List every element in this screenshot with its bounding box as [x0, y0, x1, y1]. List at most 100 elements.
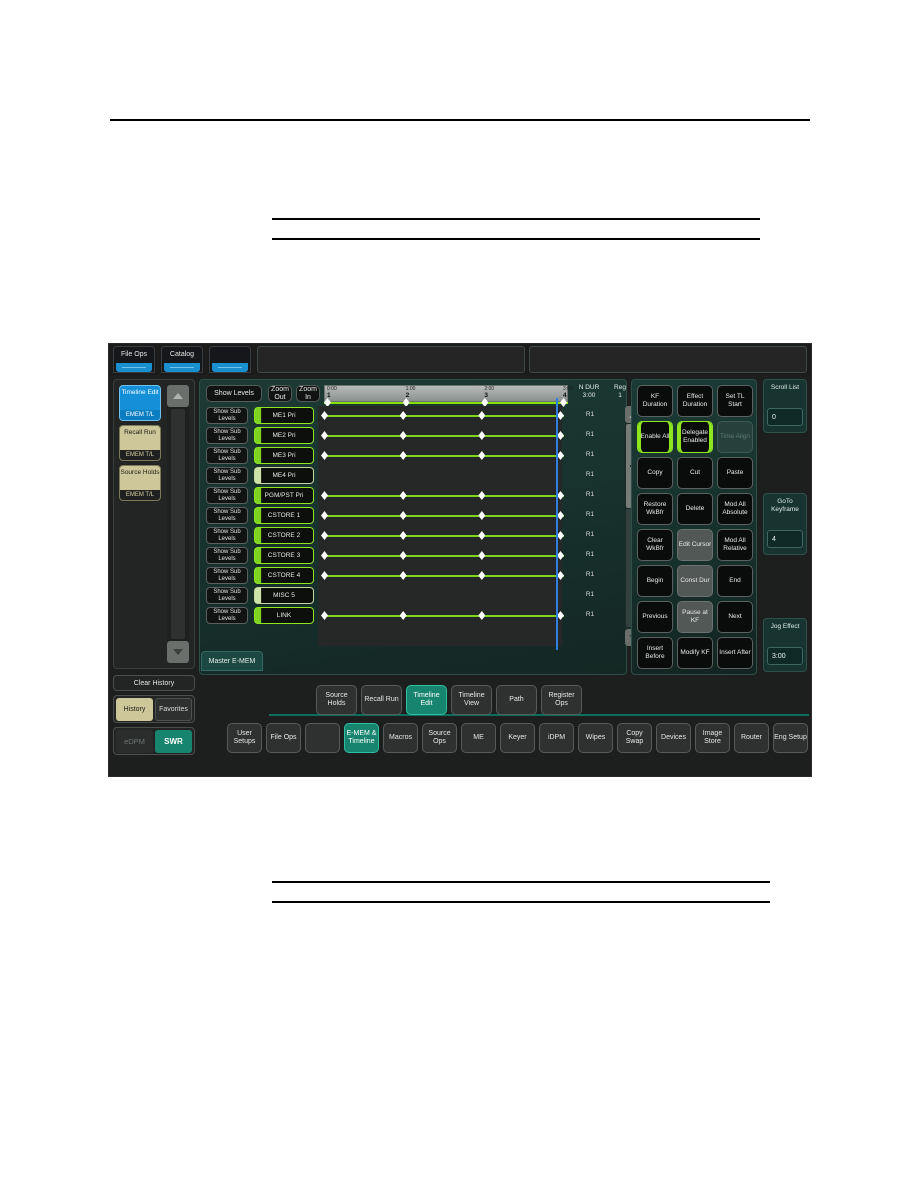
command-button-delete[interactable]: Delete — [677, 493, 713, 525]
main-tab-router[interactable]: Router — [734, 723, 769, 753]
main-tab-keyer[interactable]: Keyer — [500, 723, 535, 753]
track-keyframe-marker[interactable] — [399, 411, 407, 420]
show-sub-levels-button[interactable]: Show Sub Levels — [206, 507, 248, 524]
track-lane[interactable] — [321, 426, 568, 446]
main-tab-source-ops[interactable]: Source Ops — [422, 723, 457, 753]
top-tab-blank[interactable] — [209, 346, 251, 373]
track-keyframe-marker[interactable] — [321, 571, 328, 580]
command-button-kf-duration[interactable]: KF Duration — [637, 385, 673, 417]
main-tab-me[interactable]: ME — [461, 723, 496, 753]
command-button-insert-before[interactable]: Insert Before — [637, 637, 673, 669]
track-keyframe-marker[interactable] — [321, 451, 328, 460]
history-scrollbar[interactable] — [167, 385, 189, 663]
track-keyframe-marker[interactable] — [478, 431, 486, 440]
main-tab-e-mem-timeline[interactable]: E-MEM & Timeline — [344, 723, 379, 753]
track-name-button[interactable]: ME3 Pri — [254, 447, 314, 464]
track-lane[interactable] — [321, 526, 568, 546]
history-item-timeline-edit[interactable]: Timeline Edit EMEM T/L — [119, 385, 161, 421]
track-keyframe-marker[interactable] — [478, 511, 486, 520]
timeline-cursor[interactable] — [556, 398, 558, 650]
timeline-ruler[interactable]: 0:00 1 1:00 2 2:00 3 3:00 4 — [324, 385, 573, 402]
main-tab-copy-swap[interactable]: Copy Swap — [617, 723, 652, 753]
command-button-restore-wkbfr[interactable]: Restore WkBfr — [637, 493, 673, 525]
show-sub-levels-button[interactable]: Show Sub Levels — [206, 407, 248, 424]
track-keyframe-marker[interactable] — [321, 431, 328, 440]
track-lane[interactable] — [321, 506, 568, 526]
track-name-button[interactable]: ME4 Pri — [254, 467, 314, 484]
track-keyframe-marker[interactable] — [478, 531, 486, 540]
command-button-begin[interactable]: Begin — [637, 565, 673, 597]
command-button-edit-cursor[interactable]: Edit Cursor — [677, 529, 713, 561]
track-keyframe-marker[interactable] — [478, 491, 486, 500]
track-keyframe-marker[interactable] — [557, 431, 564, 440]
top-tab-catalog[interactable]: Catalog — [161, 346, 203, 373]
track-keyframe-marker[interactable] — [557, 411, 564, 420]
command-button-modify-kf[interactable]: Modify KF — [677, 637, 713, 669]
subtab-source-holds[interactable]: Source Holds — [316, 685, 357, 715]
track-keyframe-marker[interactable] — [557, 571, 564, 580]
command-button-enable-all[interactable]: Enable All — [637, 421, 673, 453]
show-sub-levels-button[interactable]: Show Sub Levels — [206, 547, 248, 564]
track-keyframe-marker[interactable] — [399, 571, 407, 580]
track-keyframe-marker[interactable] — [557, 491, 564, 500]
goto-keyframe-field[interactable]: 4 — [767, 530, 803, 548]
track-name-button[interactable]: CSTORE 1 — [254, 507, 314, 524]
scroll-down-icon[interactable] — [167, 641, 189, 663]
history-scroll-track[interactable] — [171, 409, 185, 639]
command-button-cut[interactable]: Cut — [677, 457, 713, 489]
track-lane[interactable] — [321, 406, 568, 426]
scroll-up-icon[interactable] — [167, 385, 189, 407]
command-button-clear-wkbfr[interactable]: Clear WkBfr — [637, 529, 673, 561]
track-keyframe-marker[interactable] — [557, 611, 564, 620]
top-tab-file-ops[interactable]: File Ops — [113, 346, 155, 373]
subtab-timeline-edit[interactable]: Timeline Edit — [406, 685, 447, 715]
main-tab-image-store[interactable]: Image Store — [695, 723, 730, 753]
zoom-out-button[interactable]: Zoom Out — [268, 385, 292, 402]
track-keyframe-marker[interactable] — [478, 611, 486, 620]
track-lane[interactable] — [321, 446, 568, 466]
main-tab-idpm[interactable]: iDPM — [539, 723, 574, 753]
show-sub-levels-button[interactable]: Show Sub Levels — [206, 487, 248, 504]
command-button-delegate-enabled[interactable]: Delegate Enabled — [677, 421, 713, 453]
command-button-copy[interactable]: Copy — [637, 457, 673, 489]
track-lane[interactable] — [324, 466, 568, 486]
subtab-register-ops[interactable]: Register Ops — [541, 685, 582, 715]
track-keyframe-marker[interactable] — [321, 411, 328, 420]
track-keyframe-marker[interactable] — [399, 431, 407, 440]
track-keyframe-marker[interactable] — [478, 411, 486, 420]
show-sub-levels-button[interactable]: Show Sub Levels — [206, 587, 248, 604]
track-name-button[interactable]: MISC 5 — [254, 587, 314, 604]
track-keyframe-marker[interactable] — [478, 451, 486, 460]
history-item-source-holds[interactable]: Source Holds EMEM T/L — [119, 465, 161, 501]
show-sub-levels-button[interactable]: Show Sub Levels — [206, 567, 248, 584]
main-tab-file-ops[interactable]: File Ops — [266, 723, 301, 753]
track-name-button[interactable]: ME2 Pri — [254, 427, 314, 444]
jog-effect-field[interactable]: 3:00 — [767, 647, 803, 665]
command-button-const-dur[interactable]: Const Dur — [677, 565, 713, 597]
track-keyframe-marker[interactable] — [399, 511, 407, 520]
main-tab-macros[interactable]: Macros — [383, 723, 418, 753]
track-keyframe-marker[interactable] — [557, 531, 564, 540]
show-sub-levels-button[interactable]: Show Sub Levels — [206, 607, 248, 624]
command-button-next[interactable]: Next — [717, 601, 753, 633]
main-tab-blank[interactable] — [305, 723, 340, 753]
track-lane[interactable] — [321, 546, 568, 566]
track-keyframe-marker[interactable] — [321, 531, 328, 540]
track-lane[interactable] — [321, 566, 568, 586]
track-name-button[interactable]: CSTORE 4 — [254, 567, 314, 584]
track-name-button[interactable]: PGM/PST Pri — [254, 487, 314, 504]
track-keyframe-marker[interactable] — [557, 451, 564, 460]
track-keyframe-marker[interactable] — [399, 531, 407, 540]
command-button-effect-duration[interactable]: Effect Duration — [677, 385, 713, 417]
track-keyframe-marker[interactable] — [399, 551, 407, 560]
show-sub-levels-button[interactable]: Show Sub Levels — [206, 447, 248, 464]
master-emem-tab[interactable]: Master E-MEM — [201, 651, 263, 671]
track-keyframe-marker[interactable] — [557, 511, 564, 520]
command-button-previous[interactable]: Previous — [637, 601, 673, 633]
scroll-list-field[interactable]: 0 — [767, 408, 803, 426]
subtab-timeline-view[interactable]: Timeline View — [451, 685, 492, 715]
main-tab-wipes[interactable]: Wipes — [578, 723, 613, 753]
track-keyframe-marker[interactable] — [399, 611, 407, 620]
track-keyframe-marker[interactable] — [478, 571, 486, 580]
track-keyframe-marker[interactable] — [321, 491, 328, 500]
